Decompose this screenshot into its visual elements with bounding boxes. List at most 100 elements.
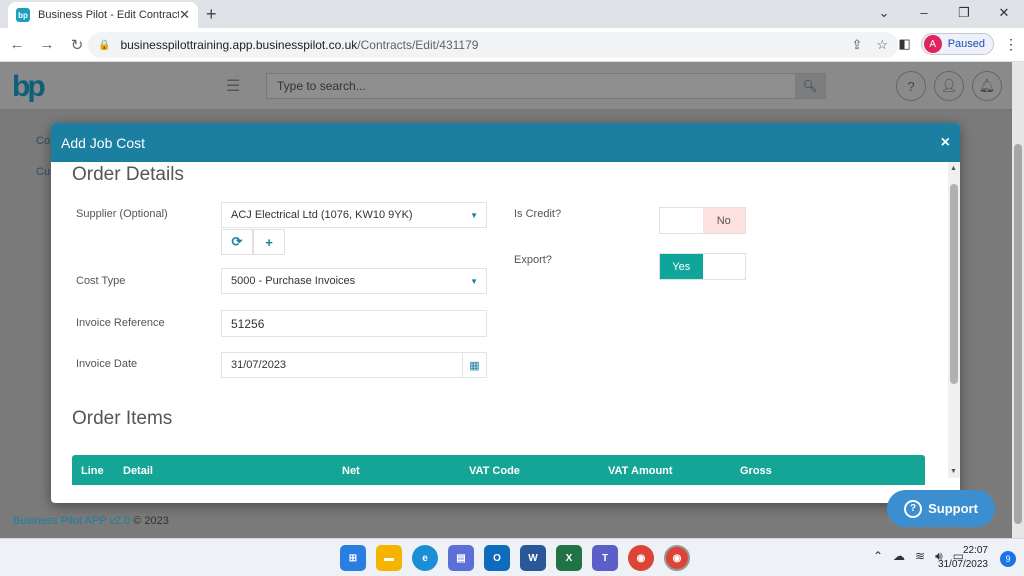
invoice-reference-input[interactable]: 51256 xyxy=(221,310,487,337)
search-icon[interactable]: 🔍︎ xyxy=(795,74,825,98)
kebab-menu-icon[interactable]: ⋮ xyxy=(1004,36,1018,53)
lock-icon[interactable]: 🔒 xyxy=(98,40,110,51)
notification-badge[interactable]: 9 xyxy=(1000,551,1016,567)
restore-icon[interactable]: ❐ xyxy=(944,0,984,28)
clock-time: 22:07 xyxy=(962,545,988,556)
window-controls: ⌄ – ❐ ✕ xyxy=(864,0,1024,28)
column-line: Line xyxy=(81,465,104,477)
taskbar-clock[interactable]: 22:07 31/07/2023 xyxy=(938,544,988,572)
modal-title: Add Job Cost xyxy=(61,134,146,151)
is-credit-label: Is Credit? xyxy=(514,208,562,220)
supplier-select[interactable]: ACJ Electrical Ltd (1076, KW10 9YK) ▼ xyxy=(221,202,487,228)
invoice-date-value: 31/07/2023 xyxy=(231,359,287,371)
cost-type-select[interactable]: 5000 - Purchase Invoices ▼ xyxy=(221,268,487,294)
support-label: Support xyxy=(928,501,978,516)
cloud-icon[interactable]: ☁ xyxy=(893,549,905,564)
url-host: businesspilottraining.app.businesspilot.… xyxy=(120,38,358,52)
column-gross: Gross xyxy=(740,465,772,477)
minimize-icon[interactable]: – xyxy=(904,0,944,28)
teams-icon[interactable]: T xyxy=(592,545,618,571)
modal-scrollbar-thumb[interactable] xyxy=(950,184,958,384)
footer-year: © 2023 xyxy=(133,515,169,527)
tray-chevron-icon[interactable]: ⌃ xyxy=(873,549,883,564)
word-icon[interactable]: W xyxy=(520,545,546,571)
profile-button[interactable]: A Paused xyxy=(920,33,994,55)
help-circle-icon: ? xyxy=(904,499,923,518)
file-explorer-icon[interactable]: ▬ xyxy=(376,545,402,571)
edge-icon[interactable]: e xyxy=(412,545,438,571)
chrome-icon[interactable]: ◉ xyxy=(628,545,654,571)
forward-icon[interactable]: → xyxy=(34,36,60,53)
modal-body: Order Details Supplier (Optional) ACJ El… xyxy=(51,162,948,503)
reload-icon[interactable]: ↻ xyxy=(64,36,90,54)
app-logo[interactable]: bp xyxy=(12,70,46,104)
cost-type-value: 5000 - Purchase Invoices xyxy=(231,275,356,287)
windows-start-icon[interactable]: ⊞ xyxy=(340,545,366,571)
back-icon[interactable]: ← xyxy=(4,36,30,53)
add-job-cost-modal: Add Job Cost × Order Details Supplier (O… xyxy=(51,123,960,503)
tab-search-icon[interactable]: ⌄ xyxy=(864,0,904,28)
column-vat-amount: VAT Amount xyxy=(608,465,673,477)
hamburger-menu-icon[interactable]: ☰ xyxy=(226,76,240,96)
help-icon[interactable]: ? xyxy=(896,71,926,101)
browser-tabstrip: bp Business Pilot - Edit Contract ✕ + ⌄ … xyxy=(0,0,1024,28)
scroll-down-icon[interactable]: ▼ xyxy=(950,468,957,475)
tab-title: Business Pilot - Edit Contract xyxy=(38,9,180,21)
is-credit-toggle[interactable]: No xyxy=(659,207,746,234)
supplier-value: ACJ Electrical Ltd (1076, KW10 9YK) xyxy=(231,209,413,221)
profile-status: Paused xyxy=(947,38,985,50)
excel-icon[interactable]: X xyxy=(556,545,582,571)
app-search: Type to search... 🔍︎ xyxy=(266,73,826,99)
background-tab-label: Co xyxy=(36,135,51,147)
column-detail: Detail xyxy=(123,465,153,477)
calendar-icon[interactable]: ▦ xyxy=(462,353,486,377)
address-bar[interactable]: 🔒 businesspilottraining.app.businesspilo… xyxy=(88,32,898,58)
refresh-supplier-button[interactable]: ⟳ xyxy=(221,229,253,255)
chrome-profile-icon[interactable]: ◉ xyxy=(664,545,690,571)
toggle-off-area[interactable] xyxy=(660,208,703,233)
browser-toolbar: ← → ↻ 🔒 businesspilottraining.app.busine… xyxy=(0,28,1024,62)
export-toggle[interactable]: Yes xyxy=(659,253,746,280)
order-items-table-header: Line Detail Net VAT Code VAT Amount Gros… xyxy=(72,455,925,485)
page-scrollbar[interactable] xyxy=(1012,62,1024,538)
bell-icon[interactable]: 🔔︎ xyxy=(972,71,1002,101)
column-vat-code: VAT Code xyxy=(469,465,520,477)
modal-scrollbar[interactable]: ▲ ▼ xyxy=(948,162,960,478)
close-window-icon[interactable]: ✕ xyxy=(984,0,1024,28)
scroll-up-icon[interactable]: ▲ xyxy=(950,165,957,172)
footer-copyright: Business Pilot APP v2.0 © 2023 xyxy=(13,515,169,527)
invoice-date-input[interactable]: 31/07/2023 ▦ xyxy=(221,352,487,378)
taskbar: ⊞ ▬ e ▤ O W X T ◉ ◉ ⌃ ☁ ≋ 🔊︎ ▭ 22:07 31/… xyxy=(0,538,1024,576)
page-scrollbar-thumb[interactable] xyxy=(1014,144,1022,524)
chevron-down-icon: ▼ xyxy=(470,211,478,220)
support-button[interactable]: ? Support xyxy=(887,490,995,527)
is-credit-value[interactable]: No xyxy=(702,208,745,233)
order-details-title: Order Details xyxy=(72,164,184,185)
side-panel-icon[interactable]: ◧ xyxy=(898,36,910,52)
modal-header: Add Job Cost × xyxy=(51,123,960,162)
cost-type-label: Cost Type xyxy=(76,275,126,287)
export-value[interactable]: Yes xyxy=(660,254,703,279)
background-tab-label: Cu xyxy=(36,166,51,178)
close-icon[interactable]: × xyxy=(941,134,950,152)
column-net: Net xyxy=(342,465,360,477)
store-icon[interactable]: ▤ xyxy=(448,545,474,571)
avatar: A xyxy=(923,35,942,53)
toggle-off-area[interactable] xyxy=(703,254,746,279)
clock-date: 31/07/2023 xyxy=(937,559,988,570)
outlook-icon[interactable]: O xyxy=(484,545,510,571)
invoice-date-label: Invoice Date xyxy=(76,358,138,370)
search-input[interactable]: Type to search... xyxy=(267,79,795,93)
tab-close-icon[interactable]: ✕ xyxy=(179,7,190,23)
bookmark-star-icon[interactable]: ☆ xyxy=(876,37,888,53)
user-icon[interactable]: 👤︎ xyxy=(934,71,964,101)
export-label: Export? xyxy=(514,254,552,266)
wifi-icon[interactable]: ≋ xyxy=(915,549,925,564)
share-icon[interactable]: ⇪ xyxy=(851,37,862,53)
url-path: /Contracts/Edit/431179 xyxy=(357,38,479,52)
browser-tab[interactable]: bp Business Pilot - Edit Contract ✕ xyxy=(8,2,198,28)
footer-brand: Business Pilot APP v2.0 xyxy=(13,515,131,527)
app-header: bp ☰ Type to search... 🔍︎ ? 👤︎ 🔔︎ xyxy=(0,62,1012,110)
add-supplier-button[interactable]: + xyxy=(253,229,285,255)
new-tab-icon[interactable]: + xyxy=(206,4,217,25)
